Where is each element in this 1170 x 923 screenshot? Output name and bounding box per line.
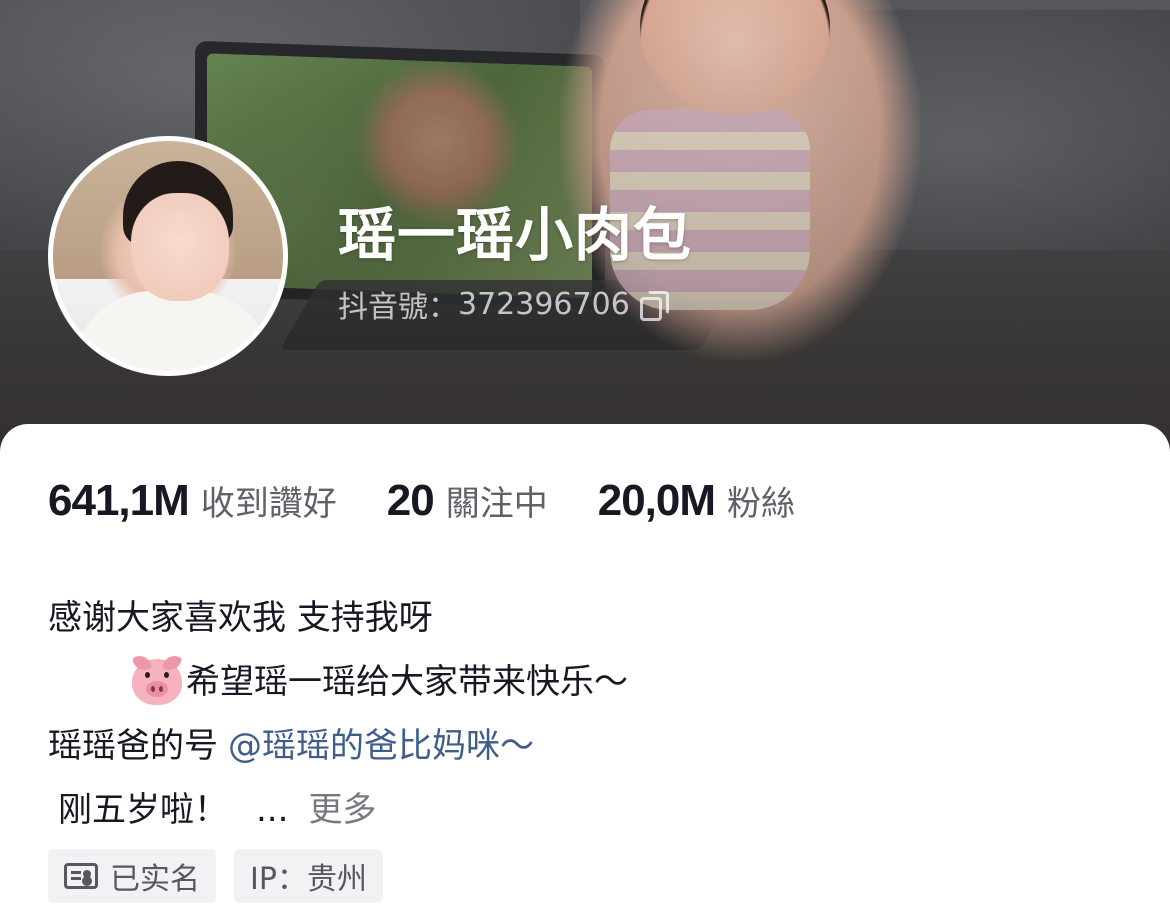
avatar-face bbox=[131, 193, 229, 301]
ip-location-tag: IP：贵州 bbox=[234, 849, 383, 903]
bio-line-3: 瑶瑶爸的号 @瑶瑶的爸比妈咪～ bbox=[48, 714, 628, 778]
bio-more-button[interactable]: 更多 bbox=[308, 778, 376, 842]
copy-icon[interactable] bbox=[639, 291, 669, 321]
stat-following-value: 20 bbox=[386, 476, 435, 525]
profile-stats: 641,1M 收到讚好 20 關注中 20,0M 粉絲 bbox=[48, 476, 845, 526]
bio-line-4-text: 刚五岁啦！ bbox=[58, 790, 228, 830]
profile-tags: 已实名 IP：贵州 bbox=[48, 849, 383, 903]
profile-nickname: 瑶一瑶小肉包 bbox=[338, 201, 693, 269]
avatar[interactable] bbox=[48, 136, 288, 376]
bio-line-2-text: 希望瑶一瑶给大家带来快乐～ bbox=[186, 662, 628, 702]
stat-followers-label: 粉絲 bbox=[727, 484, 796, 524]
bio-line-3-text: 瑶瑶爸的号 bbox=[48, 726, 218, 766]
bio-line-1: 感谢大家喜欢我 支持我呀 bbox=[48, 598, 433, 638]
stat-followers[interactable]: 20,0M 粉絲 bbox=[598, 476, 795, 526]
bio-line-2: 希望瑶一瑶给大家带来快乐～ bbox=[48, 650, 628, 714]
id-card-icon bbox=[64, 863, 98, 889]
stat-likes-value: 641,1M bbox=[48, 476, 190, 525]
douyin-id-label: 抖音號： bbox=[338, 290, 458, 325]
stat-likes[interactable]: 641,1M 收到讚好 bbox=[48, 476, 337, 526]
verified-tag[interactable]: 已实名 bbox=[48, 849, 216, 903]
douyin-id-row[interactable]: 抖音號： 372396706 bbox=[338, 282, 669, 326]
bio-ellipsis: ... bbox=[256, 790, 289, 830]
stat-following-label: 關注中 bbox=[445, 484, 548, 524]
stat-following[interactable]: 20 關注中 bbox=[387, 476, 548, 526]
stat-likes-label: 收到讚好 bbox=[200, 484, 337, 524]
stat-followers-value: 20,0M bbox=[597, 476, 716, 525]
verified-tag-label: 已实名 bbox=[110, 862, 200, 897]
pig-face-icon bbox=[131, 652, 183, 705]
ip-location-label: IP：贵州 bbox=[250, 862, 367, 897]
avatar-shirt bbox=[73, 291, 273, 371]
profile-bio[interactable]: 感谢大家喜欢我 支持我呀 希望瑶一瑶给大家带来快乐～ 瑶瑶爸的号 @瑶瑶的爸比妈… bbox=[48, 586, 628, 842]
bio-line-4: 刚五岁啦！ ... 更多 bbox=[48, 778, 628, 842]
mention-link[interactable]: @瑶瑶的爸比妈咪～ bbox=[228, 714, 534, 778]
douyin-id-value: 372396706 bbox=[458, 286, 630, 322]
